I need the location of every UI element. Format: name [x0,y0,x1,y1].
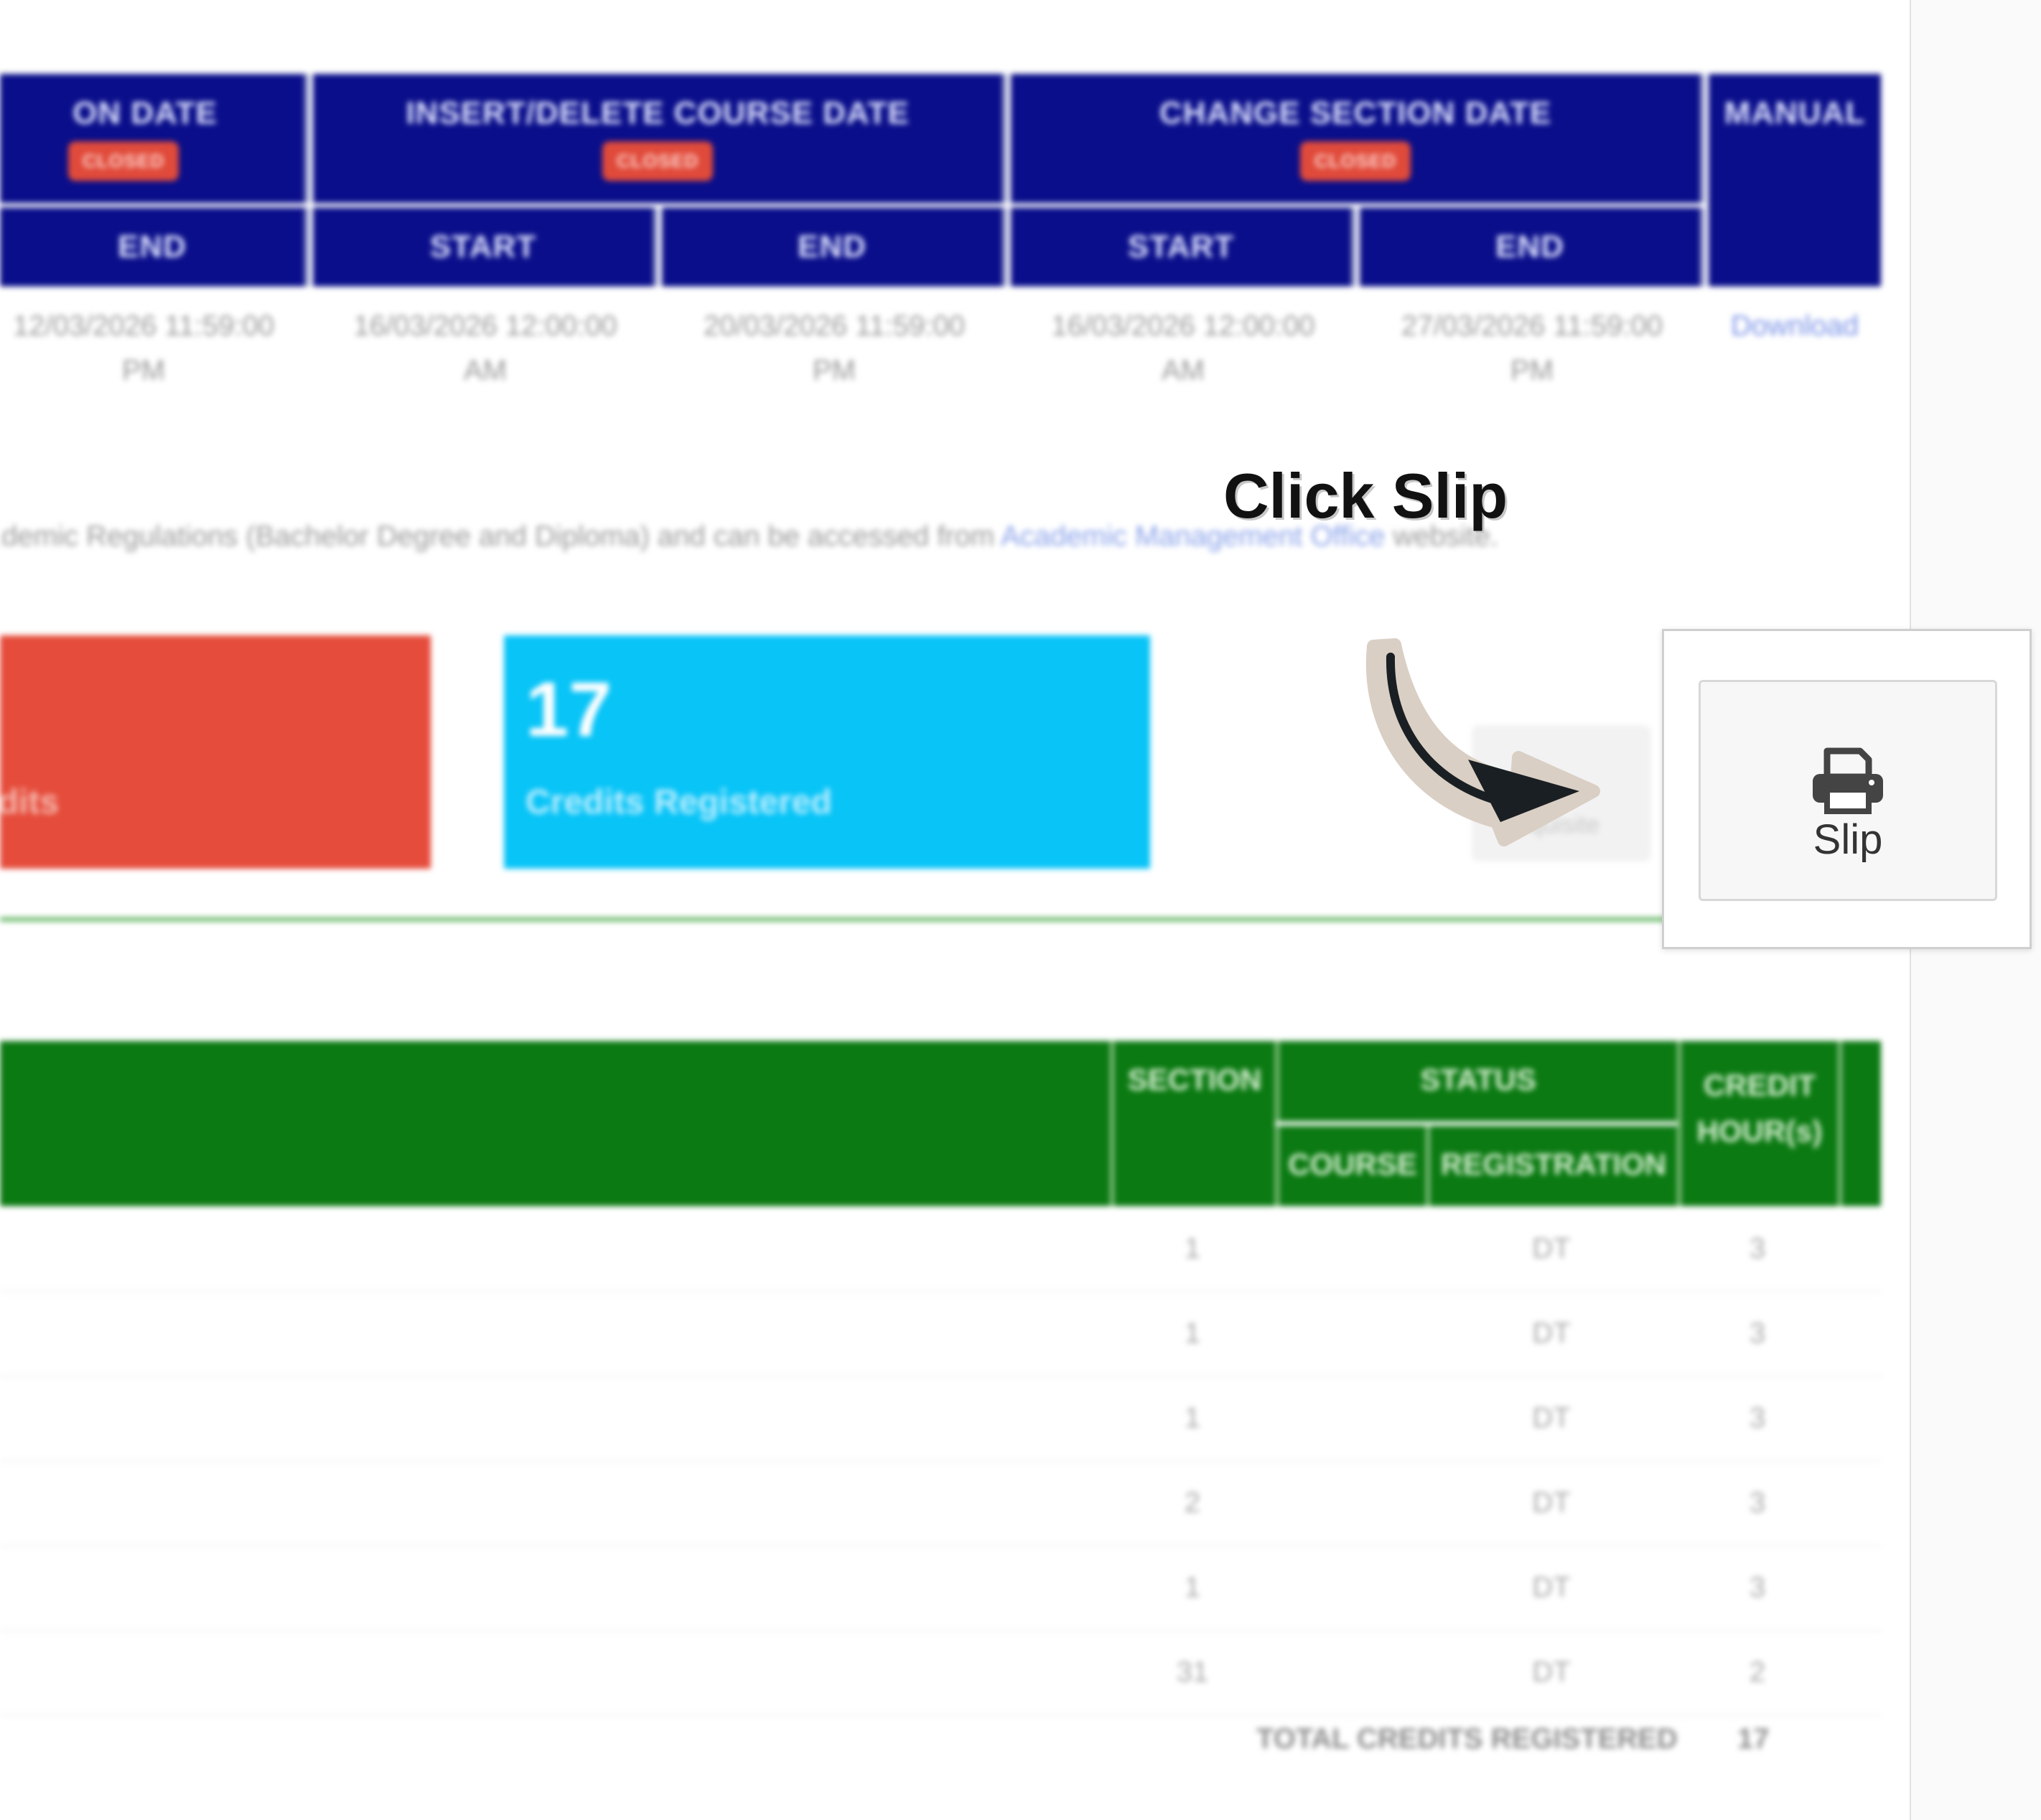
section-cell: 1 [1184,1233,1201,1264]
section-cell: 1 [1184,1572,1201,1603]
credit-hours-cell: 3 [1749,1572,1766,1603]
registration-status-cell: DT [1532,1402,1571,1434]
section-header: SECTION [1110,1041,1275,1206]
credit-hours-cell: 3 [1749,1317,1766,1349]
table-row: 1 DT 3 [0,1291,1881,1377]
manual-header: MANUAL [1709,74,1881,286]
insert-delete-header: INSERT/DELETE COURSE DATE CLOSED [313,74,1007,203]
table-row: 1 DT 3 [0,1376,1881,1462]
reg-end-date: 12/03/2026 11:59:00 PM [12,310,275,386]
insert-start-date: 16/03/2026 12:00:00 AM [353,310,617,386]
click-slip-annotation: Click Slip [1223,460,1508,531]
course-table-header [0,1041,1110,1206]
section-divider [0,918,1881,921]
registration-status-cell: DT [1532,1487,1571,1518]
change-end-header: END [1360,207,1704,286]
printer-icon [1813,747,1883,814]
registration-status-header: REGISTRATION [1426,1126,1677,1206]
credit-hours-header: CREDIT HOUR(s) [1677,1041,1838,1206]
total-credits-value: 17 [1737,1723,1770,1755]
table-row: 1 DT 3 [0,1206,1881,1292]
table-row: 2 DT 3 [0,1460,1881,1546]
credits-registered-card: 17 Credits Registered [504,635,1150,869]
closed-badge: CLOSED [67,141,179,181]
credits-card-label: edits [0,783,60,821]
extra-header-column [1838,1041,1881,1206]
status-header: STATUS [1275,1041,1677,1121]
section-cell: 31 [1176,1656,1209,1688]
slip-popup: Slip [1662,629,2032,949]
credit-hours-cell: 3 [1749,1487,1766,1518]
registration-date-title: ON DATE [73,95,218,131]
section-cell: 1 [1184,1317,1201,1349]
table-row: 31 DT 2 [0,1630,1881,1716]
reg-end-label: END [118,229,187,264]
table-row: 1 DT 3 [0,1545,1881,1631]
section-cell: 1 [1184,1402,1201,1434]
insert-end-header: END [662,207,1007,286]
change-section-title: CHANGE SECTION DATE [1159,95,1552,131]
registration-status-cell: DT [1532,1656,1571,1688]
course-status-header: COURSE [1275,1126,1426,1206]
credit-hours-cell: 3 [1749,1233,1766,1264]
insert-start-header: START [313,207,658,286]
credits-registered-label: Credits Registered [526,783,832,821]
registration-status-cell: DT [1532,1572,1571,1603]
curved-arrow-icon [1365,638,1600,846]
slip-button-label: Slip [1813,816,1883,863]
credit-hours-cell: 3 [1749,1402,1766,1434]
change-section-header: CHANGE SECTION DATE CLOSED [1011,74,1704,203]
credit-hours-cell: 2 [1749,1656,1766,1688]
credits-card: edits [0,635,431,869]
manual-download-link[interactable]: Download [1709,304,1881,348]
registration-status-cell: DT [1532,1233,1571,1264]
note-text: ademic Regulations (Bachelor Degree and … [0,521,995,552]
total-credits-label: TOTAL CREDITS REGISTERED [1256,1723,1678,1755]
change-start-header: START [1011,207,1355,286]
insert-end-date: 20/03/2026 11:59:00 PM [703,310,966,386]
credits-registered-value: 17 [526,666,612,752]
closed-badge: CLOSED [1299,141,1411,181]
change-start-date: 16/03/2026 12:00:00 AM [1051,310,1315,386]
registration-status-cell: DT [1532,1317,1571,1349]
background-page: ON DATE CLOSED END INSERT/DELETE COURSE … [0,0,1910,1820]
closed-badge: CLOSED [602,141,714,181]
slip-button[interactable]: Slip [1699,680,1997,901]
insert-delete-title: INSERT/DELETE COURSE DATE [406,95,910,131]
section-cell: 2 [1184,1487,1201,1518]
reg-end-header: END [0,207,309,286]
change-end-date: 27/03/2026 11:59:00 PM [1401,310,1663,386]
registration-date-header: ON DATE CLOSED [0,74,309,203]
